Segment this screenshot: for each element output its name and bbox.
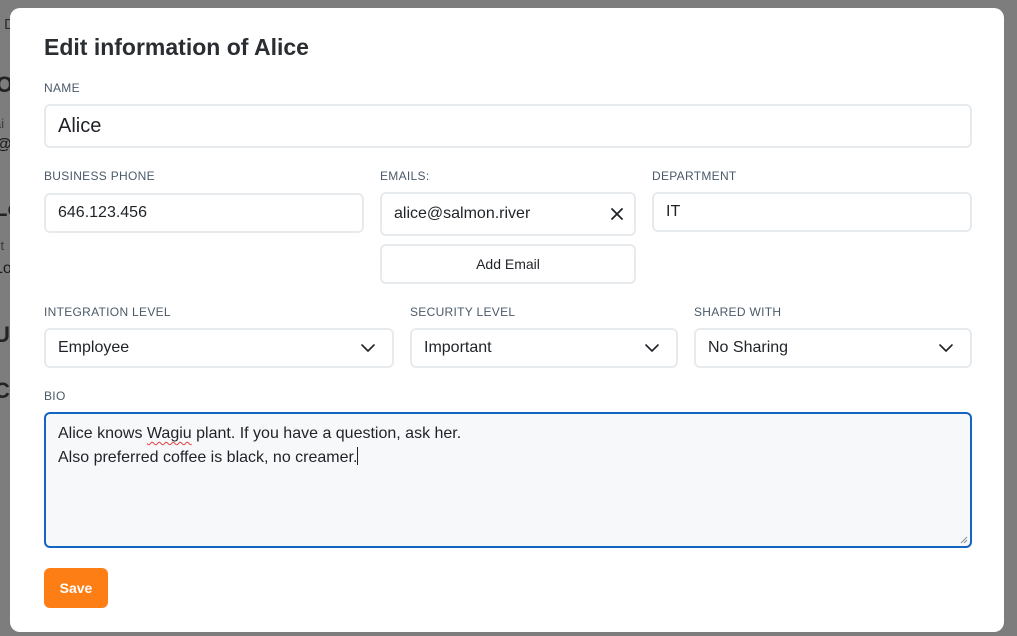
business-phone-label: BUSINESS PHONE (44, 169, 155, 183)
edit-user-modal: Edit information of Alice NAME Alice BUS… (10, 8, 1004, 632)
close-icon[interactable] (610, 207, 624, 221)
business-phone-input[interactable]: 646.123.456 (44, 193, 364, 233)
bio-line: Also preferred coffee is black, no cream… (58, 446, 958, 470)
modal-title: Edit information of Alice (44, 34, 309, 60)
department-label: DEPARTMENT (652, 169, 737, 183)
resize-handle-icon[interactable] (960, 536, 968, 544)
shared-with-label: SHARED WITH (694, 305, 782, 319)
chevron-down-icon (645, 344, 659, 352)
shared-with-select[interactable]: No Sharing (694, 328, 972, 368)
integration-level-value: Employee (58, 339, 130, 356)
email-value: alice@salmon.river (394, 205, 531, 222)
background-fragment: C (0, 378, 10, 403)
text-caret (357, 447, 359, 465)
name-value: Alice (58, 114, 102, 137)
integration-level-label: INTEGRATION LEVEL (44, 305, 171, 319)
chevron-down-icon (939, 344, 953, 352)
shared-with-value: No Sharing (708, 339, 789, 356)
name-input[interactable]: Alice (44, 104, 972, 148)
emails-label: EMAILS: (380, 169, 430, 183)
bio-text: Also preferred coffee is black, no cream… (58, 449, 358, 466)
misspelled-word: Wagiu (146, 425, 192, 442)
add-email-button[interactable]: Add Email (380, 244, 636, 284)
security-level-select[interactable]: Important (410, 328, 678, 368)
bio-line: Alice knows Wagiu plant. If you have a q… (58, 422, 958, 446)
security-level-label: SECURITY LEVEL (410, 305, 516, 319)
chevron-down-icon (361, 344, 375, 352)
bio-text: plant. If you have a question, ask her. (191, 425, 462, 442)
background-fragment: ai (0, 116, 5, 131)
department-input[interactable]: IT (652, 192, 972, 232)
bio-textarea[interactable]: Alice knows Wagiu plant. If you have a q… (44, 412, 972, 548)
department-value: IT (666, 203, 681, 220)
name-label: NAME (44, 81, 80, 95)
integration-level-select[interactable]: Employee (44, 328, 394, 368)
bio-label: BIO (44, 389, 66, 403)
background-fragment: st (0, 238, 5, 253)
business-phone-value: 646.123.456 (58, 204, 147, 221)
bio-text: Alice knows (58, 425, 147, 442)
email-field[interactable]: alice@salmon.river (380, 192, 636, 236)
security-level-value: Important (424, 339, 492, 356)
save-button[interactable]: Save (44, 568, 108, 608)
